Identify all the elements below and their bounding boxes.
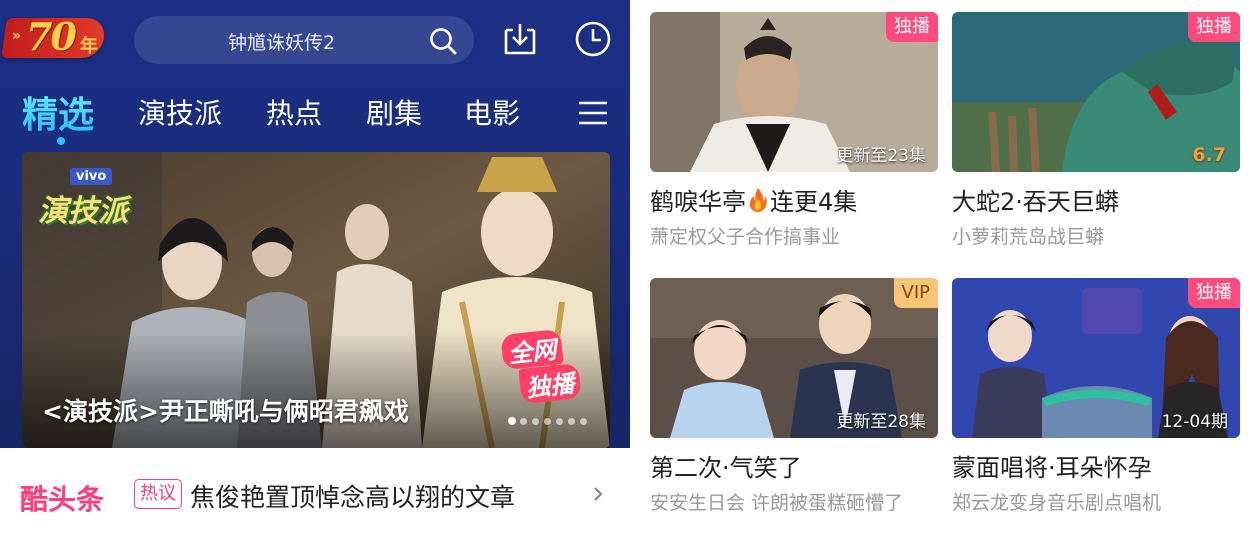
active-tab-indicator xyxy=(57,137,65,145)
card-title: 蒙面唱将·耳朵怀孕 xyxy=(952,454,1152,482)
card-subtitle: 小萝莉荒岛战巨蟒 xyxy=(952,226,1105,248)
carousel-dot[interactable] xyxy=(568,418,575,425)
carousel-dot[interactable] xyxy=(580,418,587,425)
card-subtitle: 萧定权父子合作搞事业 xyxy=(650,226,841,248)
logo-arrows: » xyxy=(12,28,21,44)
logo-suffix: 年 xyxy=(80,36,98,57)
card-title-part2: 连更4集 xyxy=(770,188,858,216)
menu-icon[interactable] xyxy=(578,100,608,126)
video-card[interactable]: 独播 6.7 大蛇2·吞天巨蟒 小萝莉荒岛战巨蟒 xyxy=(952,12,1240,252)
badge-label: 独播 xyxy=(1188,278,1240,308)
episode-update: 更新至28集 xyxy=(836,412,926,432)
carousel-dot[interactable] xyxy=(508,417,516,425)
tab-acting[interactable]: 演技派 xyxy=(138,92,222,132)
tab-trending[interactable]: 热点 xyxy=(266,92,322,132)
video-card[interactable]: 独播 12-04期 蒙面唱将·耳朵怀孕 郑云龙变身音乐剧点唱机 xyxy=(952,278,1240,518)
show-logo: 演技派 xyxy=(38,194,128,229)
tab-series[interactable]: 剧集 xyxy=(366,92,422,132)
exclusive-badge-line2: 独播 xyxy=(518,362,582,405)
chevron-right-icon[interactable] xyxy=(592,486,604,502)
card-title: 鹤唳华亭 连更4集 xyxy=(650,182,857,217)
category-tabs: 精选 演技派 热点 剧集 电影 xyxy=(0,86,630,145)
hot-headline-logo: 酷头条 xyxy=(20,483,105,516)
search-icon[interactable] xyxy=(428,26,458,56)
carousel-dot[interactable] xyxy=(520,418,527,425)
home-screen: » 70 年 钟馗诛妖传2 精选 演技派 热点 剧集 电影 vivo 演技派 全… xyxy=(0,0,630,540)
search-bar[interactable]: 钟馗诛妖传2 xyxy=(134,16,474,64)
carousel-dot[interactable] xyxy=(544,418,551,425)
tab-movies[interactable]: 电影 xyxy=(464,92,520,132)
episode-update: 更新至23集 xyxy=(836,146,926,166)
logo-number: 70 xyxy=(26,14,77,59)
header-area: » 70 年 钟馗诛妖传2 精选 演技派 热点 剧集 电影 vivo 演技派 全… xyxy=(0,0,630,448)
card-title: 大蛇2·吞天巨蟒 xyxy=(952,188,1119,216)
vip-badge: VIP xyxy=(893,278,938,308)
card-subtitle: 郑云龙变身音乐剧点唱机 xyxy=(952,492,1162,514)
carousel-dot[interactable] xyxy=(532,418,539,425)
badge-label: 独播 xyxy=(886,12,938,42)
anniversary-logo[interactable]: » 70 年 xyxy=(1,12,108,62)
video-thumbnail[interactable]: 独播 12-04期 xyxy=(952,278,1240,438)
card-subtitle: 安安生日会 许朗被蛋糕砸懵了 xyxy=(650,492,904,514)
video-card[interactable]: VIP 更新至28集 第二次·气笑了 安安生日会 许朗被蛋糕砸懵了 xyxy=(650,278,938,518)
hot-tag: 热议 xyxy=(134,479,182,509)
card-title-part1: 鹤唳华亭 xyxy=(650,188,746,216)
exclusive-badge: 全网 独播 xyxy=(498,328,588,408)
badge-label: 独播 xyxy=(1188,12,1240,42)
card-title: 第二次·气笑了 xyxy=(650,454,802,482)
tab-featured[interactable]: 精选 xyxy=(22,86,94,138)
exclusive-badge-line1: 全网 xyxy=(500,328,564,371)
video-card[interactable]: 独播 更新至23集 鹤唳华亭 连更4集 萧定权父子合作搞事业 xyxy=(650,12,938,252)
hot-headline-text[interactable]: 焦俊艳置顶悼念高以翔的文章 xyxy=(190,478,515,514)
episode-date: 12-04期 xyxy=(1161,412,1228,432)
app-screenshot: » 70 年 钟馗诛妖传2 精选 演技派 热点 剧集 电影 vivo 演技派 全… xyxy=(0,0,1260,540)
carousel-dots[interactable] xyxy=(508,416,598,426)
video-thumbnail[interactable]: 独播 更新至23集 xyxy=(650,12,938,172)
banner-title: <演技派>尹正嘶吼与俩昭君飙戏 xyxy=(42,397,409,426)
featured-banner[interactable]: vivo 演技派 全网 独播 <演技派>尹正嘶吼与俩昭君飙戏 xyxy=(22,152,610,448)
recommendation-feed: 独播 更新至23集 鹤唳华亭 连更4集 萧定权父子合作搞事业 独播 6.7 大蛇… xyxy=(630,0,1260,540)
video-thumbnail[interactable]: 独播 6.7 xyxy=(952,12,1240,172)
hot-headline-row[interactable]: 酷头条 热议 焦俊艳置顶悼念高以翔的文章 xyxy=(0,448,630,540)
download-icon[interactable] xyxy=(502,20,538,58)
rating-score: 6.7 xyxy=(1192,144,1226,166)
search-input[interactable]: 钟馗诛妖传2 xyxy=(228,28,335,55)
history-clock-icon[interactable] xyxy=(574,20,612,58)
video-thumbnail[interactable]: VIP 更新至28集 xyxy=(650,278,938,438)
sponsor-brand: vivo xyxy=(70,168,113,185)
carousel-dot[interactable] xyxy=(556,418,563,425)
fire-icon xyxy=(749,188,767,212)
